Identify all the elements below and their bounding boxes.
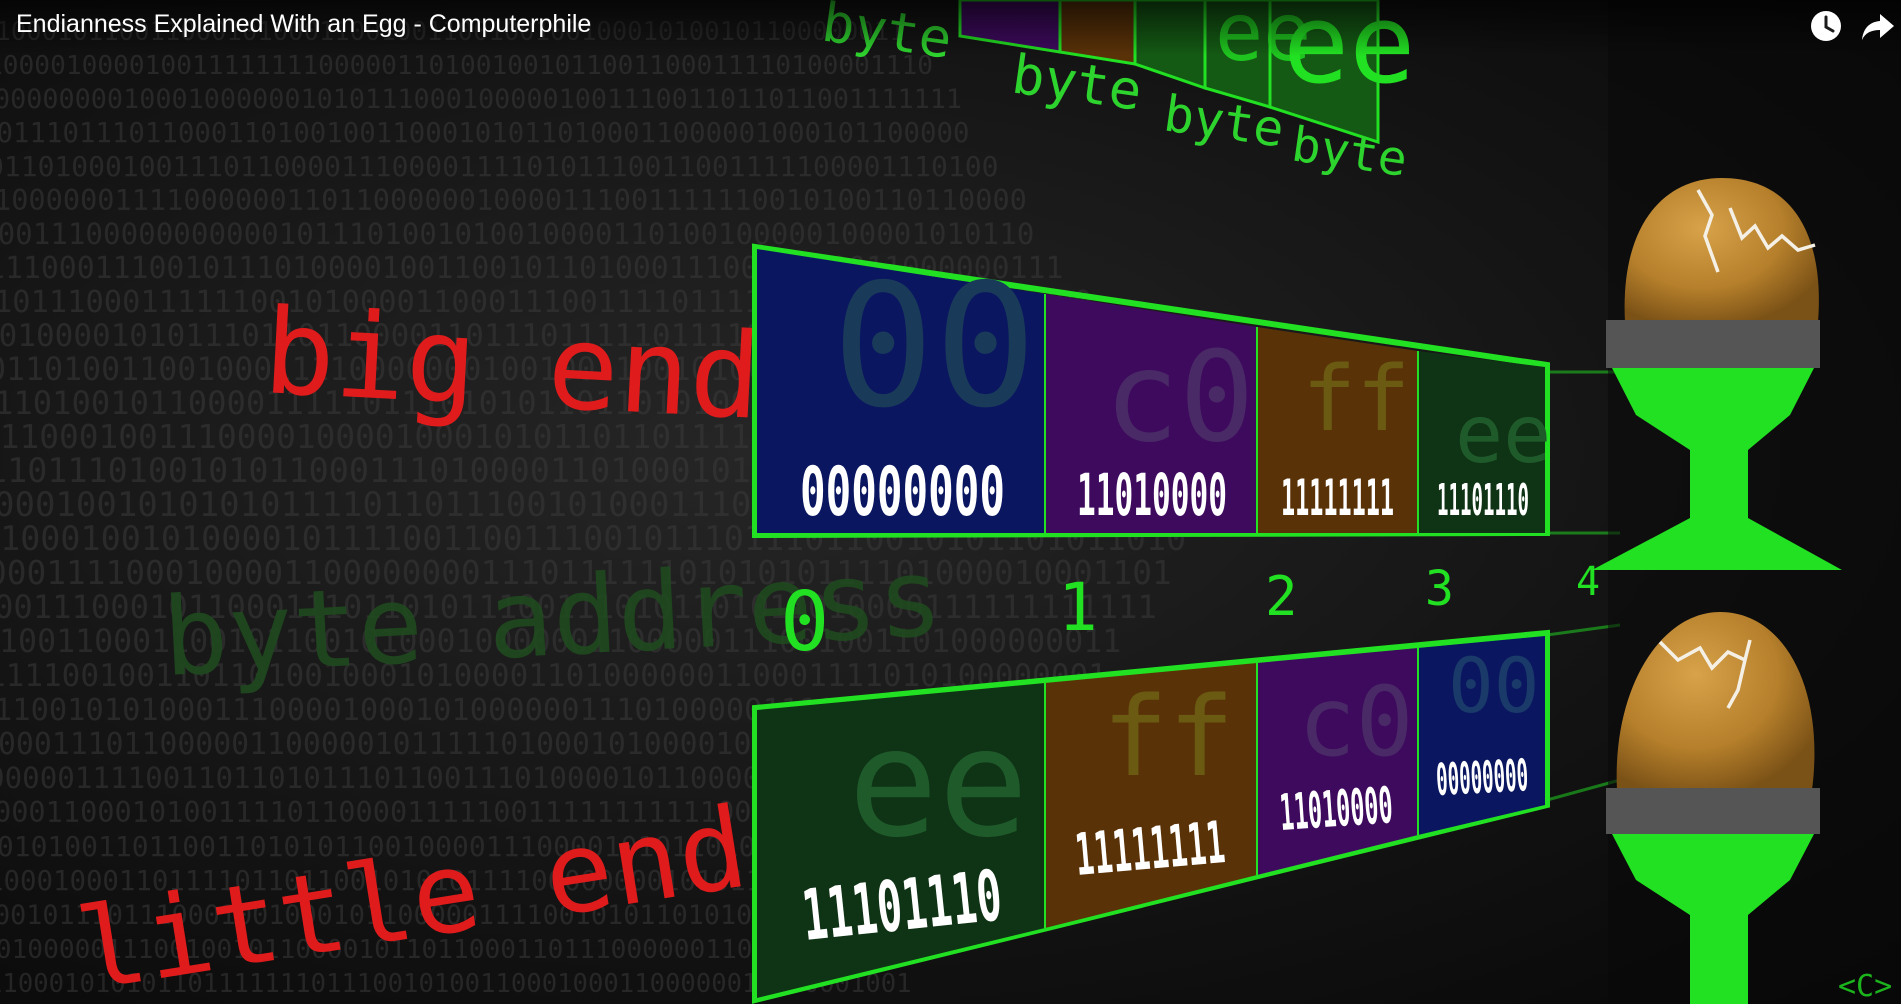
address-1: 1 — [1058, 569, 1098, 646]
address-0: 0 — [780, 575, 829, 670]
little-bin-2: 11010000 — [1278, 776, 1395, 842]
share-button[interactable] — [1860, 8, 1896, 44]
address-3: 3 — [1425, 561, 1454, 617]
little-hex-3: 00 — [1448, 641, 1540, 730]
channel-watermark: <C> — [1838, 969, 1892, 1004]
big-bin-2: 11111111 — [1281, 469, 1394, 527]
little-hex-1: ff — [1102, 673, 1234, 801]
cup-rim-bottom — [1606, 788, 1820, 834]
big-hex-0: 00 — [832, 248, 1037, 446]
cup-rim-top — [1606, 320, 1820, 368]
endianness-diagram: ee ee byte byte byte byte big endian byt… — [69, 0, 1901, 1004]
top-byte-label-3: byte — [1288, 116, 1410, 188]
big-bin-3: 11101110 — [1437, 475, 1529, 526]
little-hex-0: ee — [848, 697, 1029, 871]
clock-icon — [1811, 11, 1841, 41]
address-2: 2 — [1265, 565, 1298, 628]
big-hex-3: ee — [1455, 388, 1551, 481]
video-title[interactable]: Endianness Explained With an Egg - Compu… — [16, 10, 591, 39]
watch-later-button[interactable] — [1808, 8, 1844, 44]
video-frame[interactable]: 0100010110011000101000110010011001001001… — [0, 0, 1901, 1004]
big-endian-row: 00 c0 ff ee 00000000 11010000 11111111 1… — [752, 243, 1620, 539]
little-endian-row: ee ff c0 00 11101110 11111111 11010000 0… — [752, 623, 1621, 1004]
share-arrow-icon — [1862, 14, 1894, 40]
big-bin-0: 00000000 — [800, 453, 1005, 532]
little-bin-1: 11111111 — [1072, 808, 1227, 889]
big-bin-1: 11010000 — [1077, 461, 1227, 529]
little-hex-2: c0 — [1298, 666, 1414, 778]
big-hex-1: c0 — [1104, 325, 1255, 470]
video-top-bar: Endianness Explained With an Egg - Compu… — [0, 0, 1901, 56]
big-hex-2: ff — [1302, 347, 1410, 452]
little-bin-3: 00000000 — [1435, 750, 1530, 806]
address-4: 4 — [1576, 559, 1600, 605]
